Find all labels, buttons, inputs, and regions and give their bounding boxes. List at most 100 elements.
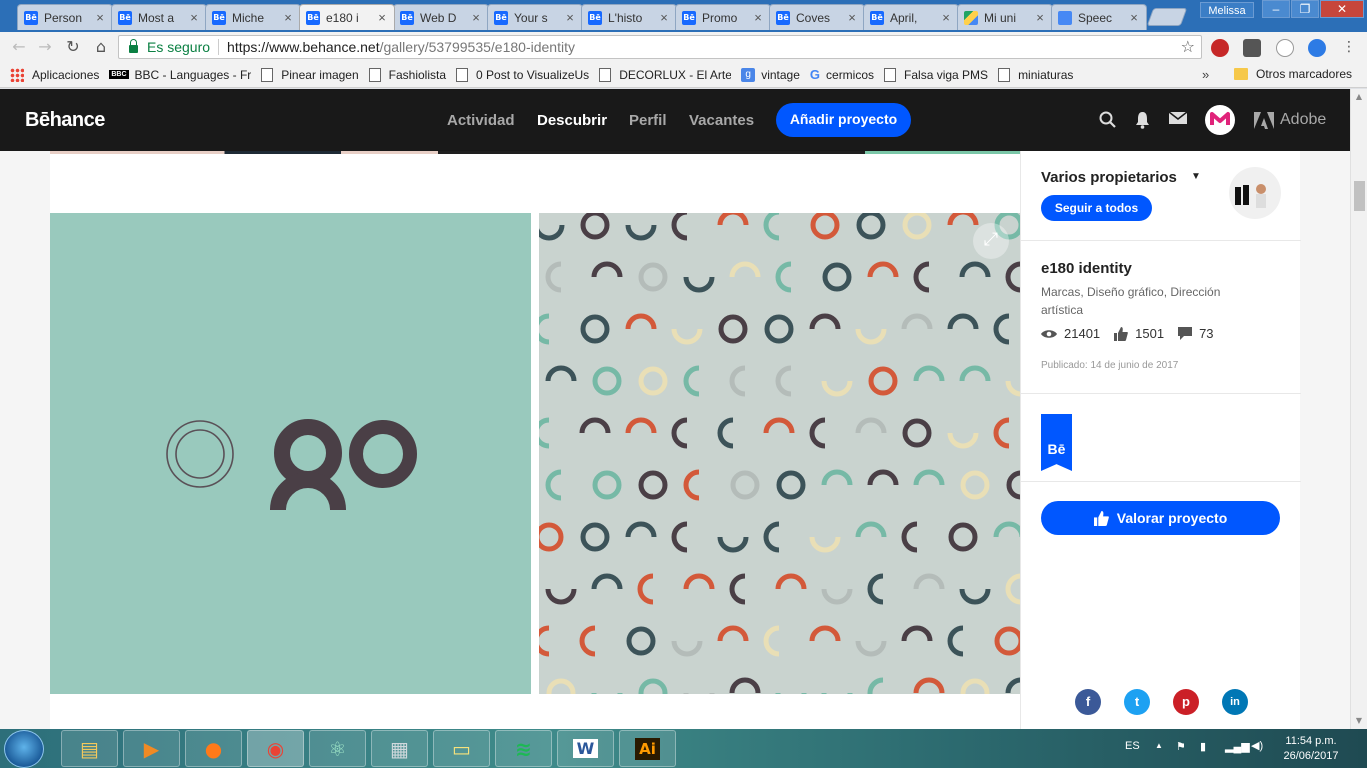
bookmark-item[interactable]: Pinear imagen bbox=[261, 67, 359, 82]
behance-featured-badge[interactable]: Bē bbox=[1041, 414, 1072, 471]
taskbar-sticky-notes-button[interactable]: ▭ bbox=[433, 730, 490, 767]
extension-icon[interactable] bbox=[1276, 39, 1294, 57]
profile-button[interactable]: Melissa bbox=[1200, 2, 1254, 18]
minimize-window-button[interactable]: – bbox=[1262, 0, 1290, 18]
browser-tab[interactable]: Bē Person × bbox=[17, 4, 113, 30]
home-icon[interactable]: ⌂ bbox=[90, 37, 112, 57]
taskbar-media-player-button[interactable]: ▶ bbox=[123, 730, 180, 767]
menu-icon[interactable]: ⋮ bbox=[1338, 37, 1360, 57]
browser-tab[interactable]: Bē Most a × bbox=[111, 4, 207, 30]
follow-all-button[interactable]: Seguir a todos bbox=[1041, 195, 1152, 221]
reload-icon[interactable]: ↻ bbox=[62, 37, 84, 57]
bookmark-item[interactable]: Falsa viga PMS bbox=[884, 67, 988, 82]
project-title[interactable]: e180 identity bbox=[1041, 260, 1132, 277]
taskbar-calculator-button[interactable]: ▦ bbox=[371, 730, 428, 767]
taskbar-atom-button[interactable]: ⚛ bbox=[309, 730, 366, 767]
pinterest-share-icon[interactable]: p bbox=[1173, 689, 1199, 715]
bookmark-item[interactable]: DECORLUX - El Arte c bbox=[599, 67, 731, 82]
bookmark-star-icon[interactable]: ☆ bbox=[1181, 36, 1195, 58]
facebook-share-icon[interactable]: f bbox=[1075, 689, 1101, 715]
bookmark-item[interactable]: Aplicaciones bbox=[10, 67, 99, 82]
volume-icon[interactable]: ◀) bbox=[1251, 739, 1263, 752]
close-window-button[interactable]: ✕ bbox=[1320, 0, 1364, 18]
bookmark-item[interactable]: Fashiolista bbox=[368, 67, 446, 82]
page-scrollbar[interactable]: ▲ ▼ bbox=[1350, 89, 1367, 729]
bookmark-item[interactable]: g vintage bbox=[741, 67, 800, 82]
browser-tab[interactable]: Mi uni × bbox=[957, 4, 1053, 30]
browser-tab[interactable]: Bē Coves × bbox=[769, 4, 865, 30]
other-bookmarks[interactable]: Otros marcadores bbox=[1234, 67, 1352, 81]
taskbar-illustrator-button[interactable]: Ai bbox=[619, 730, 676, 767]
sync-extension-icon[interactable] bbox=[1308, 39, 1326, 57]
bookmark-item[interactable]: Gcermicos bbox=[810, 67, 874, 82]
new-tab-button[interactable] bbox=[1146, 8, 1188, 26]
back-icon[interactable]: ← bbox=[8, 37, 30, 57]
project-fields[interactable]: Marcas, Diseño gráfico, Dirección artíst… bbox=[1041, 283, 1261, 319]
browser-tab[interactable]: Bē e180 i × bbox=[299, 4, 395, 30]
behance-logo[interactable]: Bēhance bbox=[25, 109, 105, 132]
taskbar-explorer-button[interactable]: ▤ bbox=[61, 730, 118, 767]
scroll-down-arrow-icon[interactable]: ▼ bbox=[1351, 713, 1367, 729]
tab-close-icon[interactable]: × bbox=[752, 10, 764, 25]
tab-close-icon[interactable]: × bbox=[1128, 10, 1140, 25]
tab-close-icon[interactable]: × bbox=[564, 10, 576, 25]
tab-close-icon[interactable]: × bbox=[658, 10, 670, 25]
notifications-bell-icon[interactable] bbox=[1134, 111, 1151, 129]
address-bar[interactable]: Es seguro https://www.behance.net/galler… bbox=[118, 35, 1202, 59]
tab-close-icon[interactable]: × bbox=[470, 10, 482, 25]
tab-close-icon[interactable]: × bbox=[282, 10, 294, 25]
linkedin-share-icon[interactable]: in bbox=[1222, 689, 1248, 715]
expand-image-icon[interactable]: ⤢ bbox=[973, 223, 1009, 259]
bookmark-item[interactable]: miniaturas bbox=[998, 67, 1073, 82]
tab-close-icon[interactable]: × bbox=[94, 10, 106, 25]
nav-actividad[interactable]: Actividad bbox=[447, 112, 515, 129]
adblock-extension-icon[interactable] bbox=[1211, 39, 1229, 57]
tab-close-icon[interactable]: × bbox=[1034, 10, 1046, 25]
owners-dropdown[interactable]: Varios propietarios bbox=[1041, 169, 1177, 186]
show-hidden-icons-icon[interactable]: ▲ bbox=[1155, 741, 1163, 750]
search-icon[interactable] bbox=[1099, 111, 1117, 129]
tab-close-icon[interactable]: × bbox=[376, 10, 388, 25]
scroll-thumb[interactable] bbox=[1354, 181, 1365, 211]
taskbar-chrome-button[interactable]: ◉ bbox=[247, 730, 304, 767]
nav-vacantes[interactable]: Vacantes bbox=[689, 112, 754, 129]
bookmark-item[interactable]: BBC BBC - Languages - Fr bbox=[109, 68, 251, 82]
language-indicator[interactable]: ES bbox=[1125, 740, 1140, 752]
system-clock[interactable]: 11:54 p.m. 26/06/2017 bbox=[1276, 734, 1346, 764]
tab-close-icon[interactable]: × bbox=[940, 10, 952, 25]
taskbar-firefox-button[interactable]: ● bbox=[185, 730, 242, 767]
browser-tab[interactable]: Bē Your s × bbox=[487, 4, 583, 30]
browser-tab[interactable]: Speec × bbox=[1051, 4, 1147, 30]
taskbar-spotify-button[interactable]: ≋ bbox=[495, 730, 552, 767]
browser-tab[interactable]: Bē Promo × bbox=[675, 4, 771, 30]
power-icon[interactable]: ▮ bbox=[1200, 740, 1206, 753]
project-image-logo[interactable] bbox=[50, 213, 531, 694]
project-image-pattern[interactable] bbox=[539, 213, 1020, 694]
nav-perfil[interactable]: Perfil bbox=[629, 112, 667, 129]
browser-tab[interactable]: Bē Miche × bbox=[205, 4, 301, 30]
add-project-button[interactable]: Añadir proyecto bbox=[776, 103, 911, 137]
owners-avatar[interactable] bbox=[1229, 167, 1281, 219]
user-avatar[interactable] bbox=[1205, 105, 1235, 135]
tab-close-icon[interactable]: × bbox=[846, 10, 858, 25]
bookmarks-overflow-icon[interactable]: » bbox=[1202, 67, 1209, 82]
action-center-flag-icon[interactable]: ⚑ bbox=[1176, 740, 1186, 753]
forward-icon[interactable]: → bbox=[34, 37, 56, 57]
restore-window-button[interactable]: ❐ bbox=[1291, 0, 1319, 18]
browser-tab[interactable]: Bē April, × bbox=[863, 4, 959, 30]
download-extension-icon[interactable] bbox=[1243, 39, 1261, 57]
adobe-link[interactable]: Adobe bbox=[1254, 111, 1326, 129]
network-signal-icon[interactable]: ▂▄▆ bbox=[1225, 740, 1250, 753]
start-button[interactable] bbox=[4, 730, 44, 768]
tab-close-icon[interactable]: × bbox=[188, 10, 200, 25]
nav-descubrir[interactable]: Descubrir bbox=[537, 112, 607, 129]
appreciate-project-button[interactable]: Valorar proyecto bbox=[1041, 501, 1280, 535]
browser-tab[interactable]: Bē Web D × bbox=[393, 4, 489, 30]
bookmark-item[interactable]: 0 Post to VisualizeUs bbox=[456, 67, 589, 82]
scroll-up-arrow-icon[interactable]: ▲ bbox=[1351, 89, 1367, 105]
caret-down-icon[interactable]: ▼ bbox=[1191, 171, 1201, 182]
messages-envelope-icon[interactable] bbox=[1169, 111, 1187, 125]
twitter-share-icon[interactable]: t bbox=[1124, 689, 1150, 715]
taskbar-word-button[interactable]: W bbox=[557, 730, 614, 767]
browser-tab[interactable]: Bē L'histo × bbox=[581, 4, 677, 30]
